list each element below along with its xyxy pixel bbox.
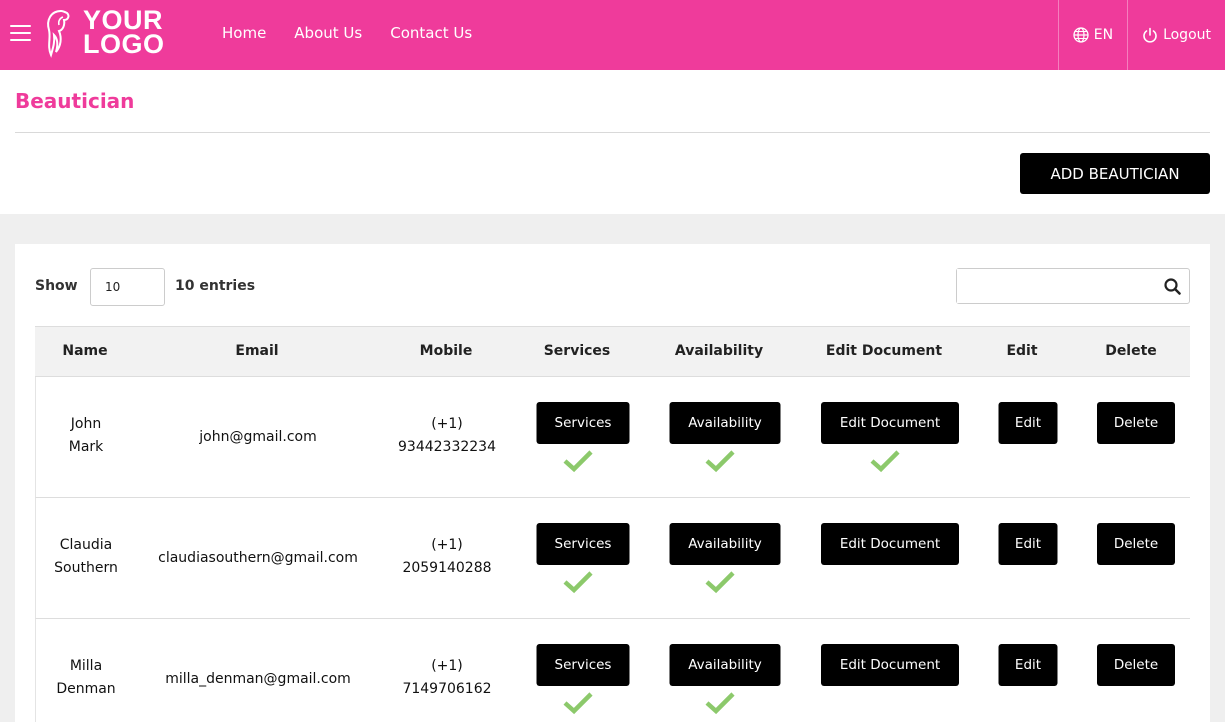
column-header-services[interactable]: Services	[544, 343, 611, 359]
entries-label: 10 entries	[175, 278, 256, 294]
delete-button[interactable]: Delete	[1097, 402, 1175, 444]
row-name: Milla Denman	[56, 658, 116, 697]
availability-button[interactable]: Availability	[669, 523, 781, 565]
services-button[interactable]: Services	[536, 402, 630, 444]
hamburger-menu-icon[interactable]	[10, 25, 31, 43]
table-header: Name Email Mobile Services Availability …	[35, 326, 1190, 377]
row-name: Claudia Southern	[54, 537, 118, 576]
logout-button[interactable]: Logout	[1127, 0, 1225, 70]
beautician-table-card: Show 10 10 entries Name Email Mobile Ser…	[15, 244, 1210, 722]
check-icon	[870, 450, 900, 473]
check-icon	[705, 450, 735, 473]
check-icon	[563, 450, 593, 473]
divider	[15, 132, 1210, 133]
availability-button[interactable]: Availability	[669, 402, 781, 444]
check-icon	[705, 571, 735, 594]
logo-text: YOUR LOGO	[83, 5, 165, 59]
row-email: john@gmail.com	[199, 429, 317, 445]
column-header-mobile[interactable]: Mobile	[420, 343, 473, 359]
delete-button[interactable]: Delete	[1097, 644, 1175, 686]
check-icon	[563, 571, 593, 594]
nav-home[interactable]: Home	[222, 24, 266, 42]
table-row: John Mark john@gmail.com (+1) 93442332234 …	[35, 377, 1190, 498]
logo[interactable]: YOUR LOGO	[43, 6, 173, 62]
row-email: claudiasouthern@gmail.com	[158, 550, 358, 566]
search-box	[956, 268, 1190, 304]
edit-button[interactable]: Edit	[998, 523, 1058, 565]
column-header-edit[interactable]: Edit	[1006, 343, 1037, 359]
power-icon	[1143, 27, 1157, 43]
services-button[interactable]: Services	[536, 523, 630, 565]
services-button[interactable]: Services	[536, 644, 630, 686]
row-name: John Mark	[68, 416, 104, 455]
row-email: milla_denman@gmail.com	[165, 671, 351, 687]
edit-button[interactable]: Edit	[998, 644, 1058, 686]
language-selector[interactable]: EN	[1057, 0, 1127, 70]
row-mobile: (+1) 7149706162	[402, 658, 492, 697]
nav-about-us[interactable]: About Us	[294, 24, 362, 42]
edit-button[interactable]: Edit	[998, 402, 1058, 444]
availability-button[interactable]: Availability	[669, 644, 781, 686]
top-navbar: YOUR LOGO Home About Us Contact Us EN Lo…	[0, 0, 1225, 70]
column-header-delete[interactable]: Delete	[1105, 343, 1157, 359]
edit-document-button[interactable]: Edit Document	[821, 644, 959, 686]
search-icon[interactable]	[1164, 278, 1181, 295]
title-panel: Beautician ADD BEAUTICIAN	[0, 70, 1225, 214]
column-header-name[interactable]: Name	[62, 343, 107, 359]
globe-icon	[1073, 27, 1089, 43]
column-header-edit-document[interactable]: Edit Document	[826, 343, 942, 359]
check-icon	[563, 692, 593, 715]
edit-document-button[interactable]: Edit Document	[821, 523, 959, 565]
main-nav: Home About Us Contact Us	[222, 24, 500, 42]
table-row: Milla Denman milla_denman@gmail.com (+1) 7…	[35, 619, 1190, 722]
nav-contact-us[interactable]: Contact Us	[390, 24, 472, 42]
edit-document-button[interactable]: Edit Document	[821, 402, 959, 444]
row-mobile: (+1) 2059140288	[402, 537, 492, 576]
page-title: Beautician	[15, 89, 135, 113]
search-input[interactable]	[957, 269, 1157, 303]
header-actions: EN Logout	[1057, 0, 1225, 70]
language-label: EN	[1093, 27, 1114, 43]
woman-silhouette-logo-icon	[47, 9, 70, 58]
show-label: Show	[35, 278, 78, 294]
logout-label: Logout	[1163, 27, 1211, 43]
column-header-email[interactable]: Email	[235, 343, 278, 359]
add-beautician-button[interactable]: ADD BEAUTICIAN	[1020, 153, 1210, 194]
delete-button[interactable]: Delete	[1097, 523, 1175, 565]
check-icon	[705, 692, 735, 715]
column-header-availability[interactable]: Availability	[675, 343, 763, 359]
row-mobile: (+1) 93442332234	[398, 416, 496, 455]
entries-per-page-select[interactable]: 10	[90, 268, 165, 306]
table-row: Claudia Southern claudiasouthern@gmail.co…	[35, 498, 1190, 619]
